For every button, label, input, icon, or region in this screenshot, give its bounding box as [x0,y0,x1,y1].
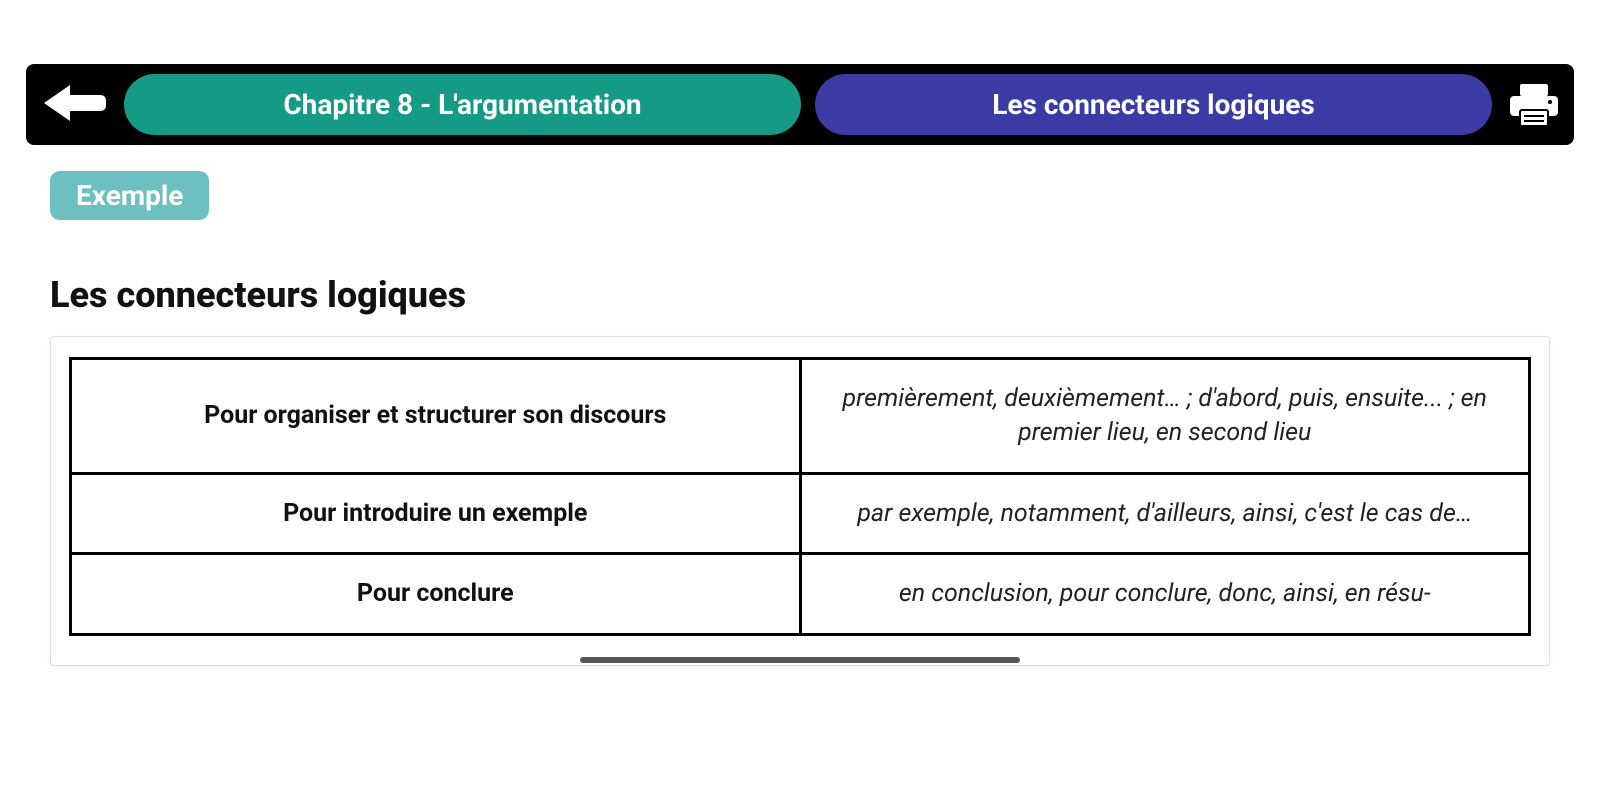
table-row: Pour organiser et structurer son discour… [71,359,1530,474]
table-row: Pour introduire un exemple par exemple, … [71,473,1530,554]
page: Chapitre 8 - L'argumentation Les connect… [0,0,1600,666]
chapter-pill[interactable]: Chapitre 8 - L'argumentation [124,74,801,135]
chapter-label: Chapitre 8 - L'argumentation [283,88,641,121]
back-button[interactable] [38,81,110,129]
horizontal-scrollbar[interactable] [580,657,1020,663]
example-tag: Exemple [50,171,209,220]
print-button[interactable] [1506,80,1562,130]
table-row: Pour conclure en conclusion, pour conclu… [71,554,1530,635]
table-card: Pour organiser et structurer son discour… [50,336,1550,666]
content-area: Exemple Les connecteurs logiques Pour or… [26,145,1574,666]
row-label: Pour introduire un exemple [71,473,801,554]
row-values: par exemple, notamment, d'ailleurs, ains… [800,473,1530,554]
row-values: premièrement, deuxièmement… ; d'abord, p… [800,359,1530,474]
page-title: Les connecteurs logiques [50,274,1550,316]
connectors-table: Pour organiser et structurer son discour… [69,357,1531,636]
printer-icon [1506,80,1562,130]
row-values: en conclusion, pour conclure, donc, ains… [800,554,1530,635]
row-label: Pour conclure [71,554,801,635]
top-bar: Chapitre 8 - L'argumentation Les connect… [26,64,1574,145]
example-tag-label: Exemple [76,179,183,212]
topic-label: Les connecteurs logiques [992,88,1315,121]
row-label: Pour organiser et structurer son discour… [71,359,801,474]
back-arrow-icon [38,81,110,129]
topic-pill[interactable]: Les connecteurs logiques [815,74,1492,135]
